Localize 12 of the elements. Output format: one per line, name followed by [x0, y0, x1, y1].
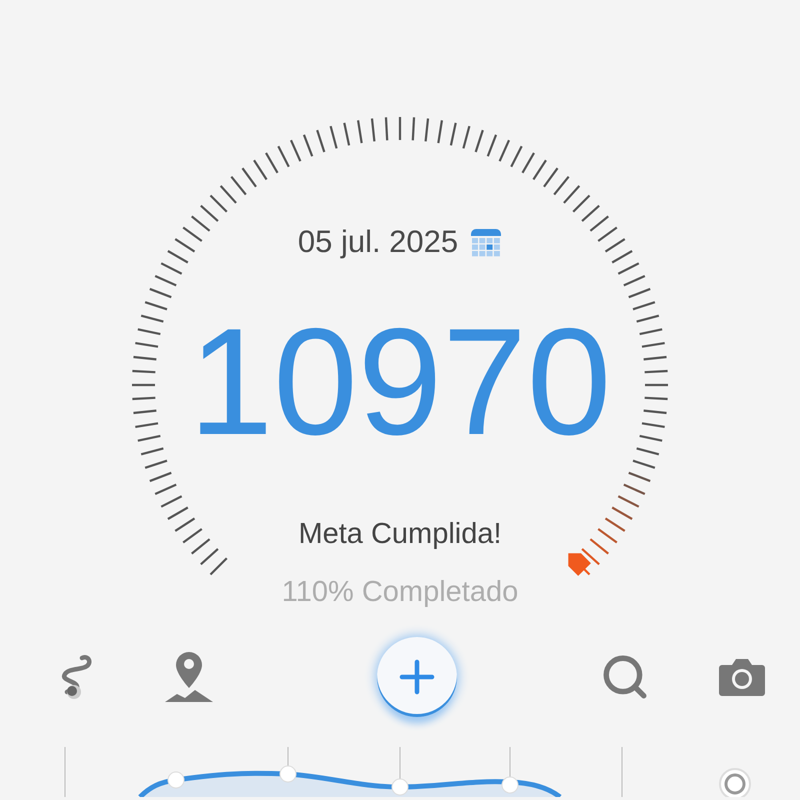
step-count: 10970 — [188, 299, 612, 465]
calendar-icon[interactable] — [470, 226, 502, 258]
grid-line — [64, 746, 66, 797]
progress-percent: 110% Completado — [282, 575, 518, 609]
camera-icon[interactable] — [718, 657, 766, 697]
progress-marker — [568, 553, 591, 576]
date-label: 05 jul. 2025 — [298, 223, 458, 261]
data-point[interactable] — [502, 776, 518, 794]
add-button[interactable] — [377, 637, 457, 717]
plus-icon — [399, 659, 435, 695]
goal-status: Meta Cumplida! — [298, 517, 502, 551]
ring-icon[interactable] — [719, 768, 751, 797]
